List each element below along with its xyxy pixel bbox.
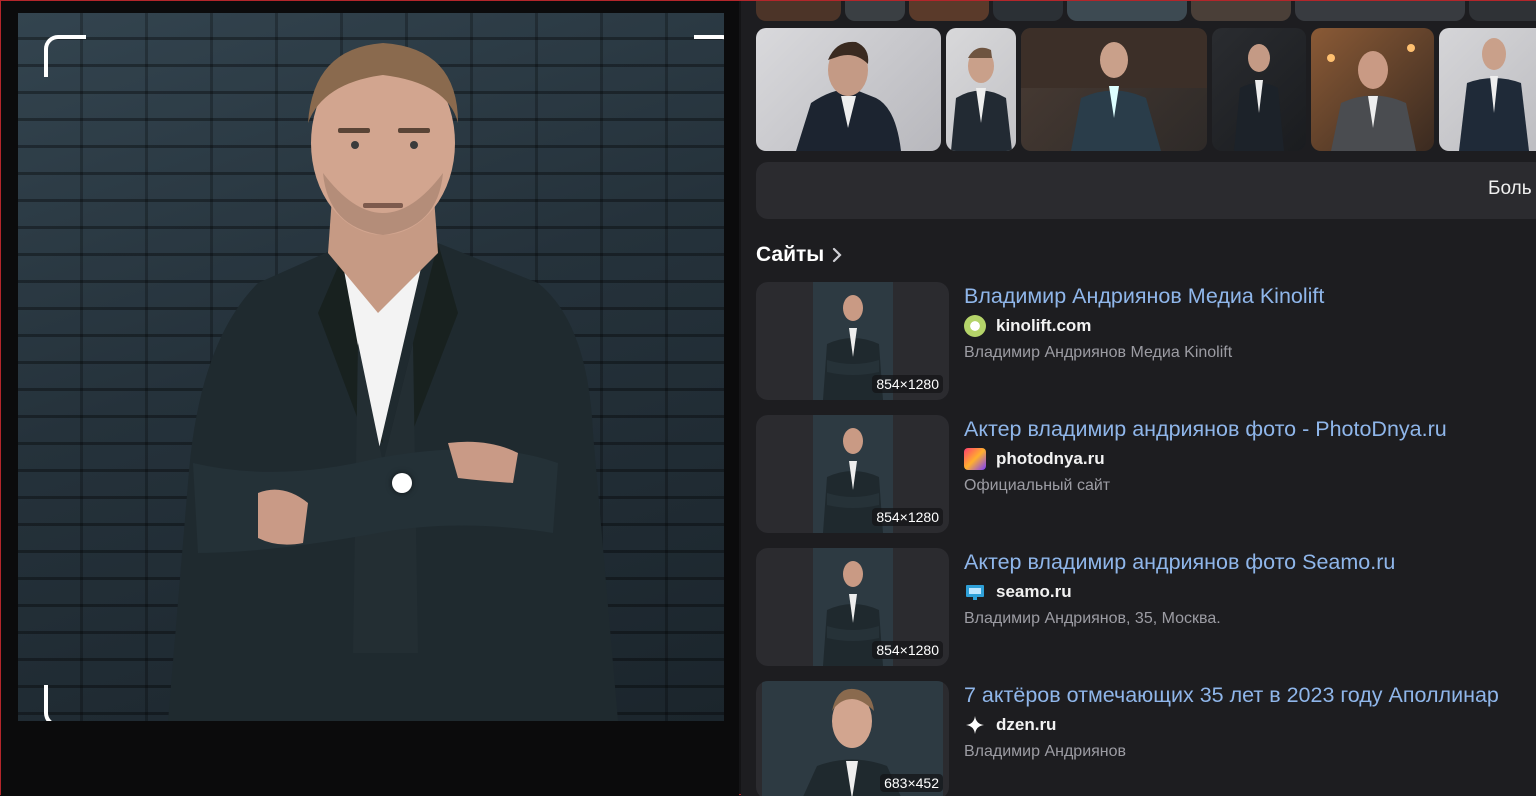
site-result[interactable]: 854×1280 Актер владимир андриянов фото S… <box>756 548 1536 666</box>
site-result-domain: dzen.ru <box>996 715 1057 734</box>
query-image-pane <box>1 1 739 796</box>
crop-corner-bottom-right[interactable] <box>694 685 724 721</box>
image-size-badge: 683×452 <box>880 774 943 792</box>
site-result[interactable]: 854×1280 Актер владимир андриянов фото -… <box>756 415 1536 533</box>
crop-corner-bottom-left[interactable] <box>44 685 86 721</box>
image-size-badge: 854×1280 <box>872 641 943 659</box>
kinolift-favicon-icon <box>964 315 986 337</box>
similar-image-thumb[interactable] <box>1212 28 1306 151</box>
sites-section-heading[interactable]: Сайты <box>756 243 846 267</box>
similar-image-thumb[interactable] <box>1295 1 1465 21</box>
site-result-title[interactable]: Владимир Андриянов Медиа Kinolift <box>964 284 1324 309</box>
site-result-domain: kinolift.com <box>996 316 1092 335</box>
site-result-domain-row[interactable]: seamo.ru <box>964 581 1072 603</box>
query-image[interactable] <box>18 13 724 721</box>
similar-image-thumb[interactable] <box>1311 28 1434 151</box>
similar-image-thumb[interactable] <box>946 28 1016 151</box>
similar-image-thumb[interactable] <box>1067 1 1187 21</box>
similar-image-thumb[interactable] <box>756 28 941 151</box>
seamo-favicon-icon <box>966 585 984 600</box>
similar-image-thumb[interactable] <box>845 1 905 21</box>
person-figure <box>168 43 618 721</box>
similar-image-thumb[interactable] <box>993 1 1063 21</box>
site-result-snippet: Официальный сайт <box>964 477 1111 494</box>
site-result-snippet: Владимир Андриянов, 35, Москва. <box>964 610 1221 627</box>
similar-image-thumb[interactable] <box>1439 28 1536 151</box>
crop-corner-top-right[interactable] <box>694 35 724 77</box>
site-result-preview[interactable]: 854×1280 <box>756 548 949 666</box>
site-result-preview[interactable]: 854×1280 <box>756 415 949 533</box>
image-size-badge: 854×1280 <box>872 375 943 393</box>
sites-heading-label: Сайты <box>756 243 825 266</box>
similar-image-thumb[interactable] <box>1021 28 1207 151</box>
site-result-domain-row[interactable]: dzen.ru <box>964 714 1056 736</box>
site-result-domain-row[interactable]: kinolift.com <box>964 315 1091 337</box>
show-more-similar-button[interactable]: Боль <box>756 162 1536 219</box>
similar-image-thumb[interactable] <box>756 1 841 21</box>
site-result-snippet: Владимир Андриянов Медиа Kinolift <box>964 344 1233 361</box>
site-result[interactable]: 683×452 7 актёров отмечающих 35 лет в 20… <box>756 681 1536 796</box>
site-result-domain: photodnya.ru <box>996 449 1105 468</box>
results-pane: Боль Сайты 854×1280 Владимир Андриянов М… <box>741 1 1536 796</box>
site-result-domain-row[interactable]: photodnya.ru <box>964 448 1105 470</box>
site-result-domain: seamo.ru <box>996 582 1072 601</box>
show-more-label: Боль <box>1488 178 1532 199</box>
dzen-favicon-icon <box>966 716 984 734</box>
site-result-title[interactable]: Актер владимир андриянов фото - PhotoDny… <box>964 417 1447 442</box>
site-result-title[interactable]: 7 актёров отмечающих 35 лет в 2023 году … <box>964 683 1499 708</box>
similar-image-thumb[interactable] <box>909 1 989 21</box>
site-result[interactable]: 854×1280 Владимир Андриянов Медиа Kinoli… <box>756 282 1536 400</box>
similar-image-thumb[interactable] <box>1469 1 1536 21</box>
photodnya-favicon-icon <box>964 448 986 470</box>
image-size-badge: 854×1280 <box>872 508 943 526</box>
crop-corner-top-left[interactable] <box>44 35 86 77</box>
site-result-preview[interactable]: 854×1280 <box>756 282 949 400</box>
object-focus-dot[interactable] <box>392 473 412 493</box>
chevron-right-icon <box>833 247 842 263</box>
site-result-preview[interactable]: 683×452 <box>756 681 949 796</box>
site-result-snippet: Владимир Андриянов <box>964 743 1127 760</box>
site-result-title[interactable]: Актер владимир андриянов фото Seamo.ru <box>964 550 1395 575</box>
similar-image-thumb[interactable] <box>1191 1 1291 21</box>
